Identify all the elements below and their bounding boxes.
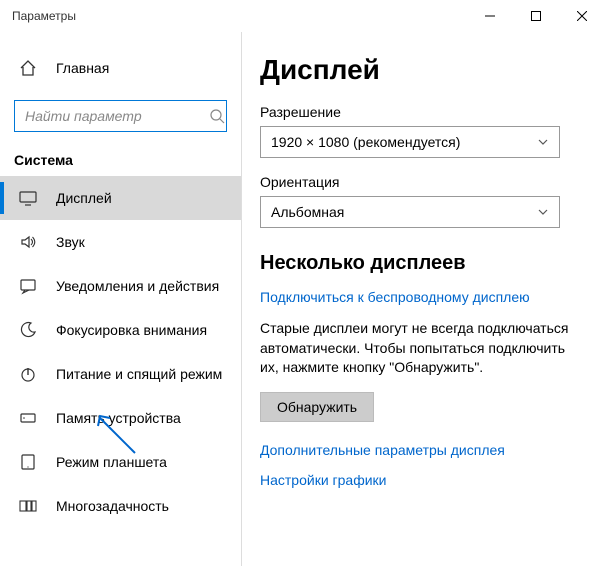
search-icon — [209, 108, 225, 124]
sidebar-item-notifications[interactable]: Уведомления и действия — [0, 264, 241, 308]
sidebar-item-label: Многозадачность — [56, 498, 169, 514]
graphics-settings-link[interactable]: Настройки графики — [260, 472, 585, 488]
power-icon — [18, 364, 38, 384]
resolution-label: Разрешение — [260, 104, 585, 120]
close-icon — [577, 11, 587, 21]
detect-helper-text: Старые дисплеи могут не всегда подключат… — [260, 319, 585, 378]
sidebar-item-storage[interactable]: Память устройства — [0, 396, 241, 440]
sidebar-item-sound[interactable]: Звук — [0, 220, 241, 264]
page-title: Дисплей — [260, 54, 585, 86]
sidebar-section-label: Система — [0, 132, 241, 176]
minimize-icon — [485, 11, 495, 21]
sidebar-item-multitasking[interactable]: Многозадачность — [0, 484, 241, 528]
sidebar-item-display[interactable]: Дисплей — [0, 176, 241, 220]
minimize-button[interactable] — [467, 0, 513, 32]
sidebar-item-label: Фокусировка внимания — [56, 322, 207, 338]
sidebar-item-tablet[interactable]: Режим планшета — [0, 440, 241, 484]
detect-button[interactable]: Обнаружить — [260, 392, 374, 422]
maximize-icon — [531, 11, 541, 21]
orientation-label: Ориентация — [260, 174, 585, 190]
sidebar: Главная Система Дисплей Звук — [0, 32, 242, 566]
search-input[interactable] — [14, 100, 227, 132]
sidebar-item-focus[interactable]: Фокусировка внимания — [0, 308, 241, 352]
home-button[interactable]: Главная — [0, 50, 241, 86]
resolution-select[interactable]: 1920 × 1080 (рекомендуется) — [260, 126, 560, 158]
close-button[interactable] — [559, 0, 605, 32]
sidebar-item-label: Режим планшета — [56, 454, 167, 470]
tablet-icon — [18, 452, 38, 472]
titlebar: Параметры — [0, 0, 605, 32]
resolution-value: 1920 × 1080 (рекомендуется) — [271, 134, 460, 150]
main-panel: Дисплей Разрешение 1920 × 1080 (рекоменд… — [242, 32, 605, 566]
display-icon — [18, 188, 38, 208]
search-field[interactable] — [23, 107, 209, 125]
multi-display-title: Несколько дисплеев — [260, 252, 585, 275]
sidebar-item-label: Питание и спящий режим — [56, 366, 222, 382]
wireless-display-link[interactable]: Подключиться к беспроводному дисплею — [260, 289, 585, 305]
sidebar-item-label: Уведомления и действия — [56, 278, 219, 294]
orientation-value: Альбомная — [271, 204, 344, 220]
storage-icon — [18, 408, 38, 428]
sidebar-item-label: Память устройства — [56, 410, 181, 426]
window-title: Параметры — [12, 9, 76, 23]
advanced-display-link[interactable]: Дополнительные параметры дисплея — [260, 442, 585, 458]
sidebar-item-power[interactable]: Питание и спящий режим — [0, 352, 241, 396]
detect-button-label: Обнаружить — [277, 399, 357, 415]
chevron-down-icon — [537, 136, 549, 148]
sound-icon — [18, 232, 38, 252]
chevron-down-icon — [537, 206, 549, 218]
home-icon — [18, 58, 38, 78]
focus-icon — [18, 320, 38, 340]
sidebar-item-label: Звук — [56, 234, 85, 250]
sidebar-item-label: Дисплей — [56, 190, 112, 206]
orientation-select[interactable]: Альбомная — [260, 196, 560, 228]
notifications-icon — [18, 276, 38, 296]
multitasking-icon — [18, 496, 38, 516]
maximize-button[interactable] — [513, 0, 559, 32]
home-label: Главная — [56, 60, 109, 76]
